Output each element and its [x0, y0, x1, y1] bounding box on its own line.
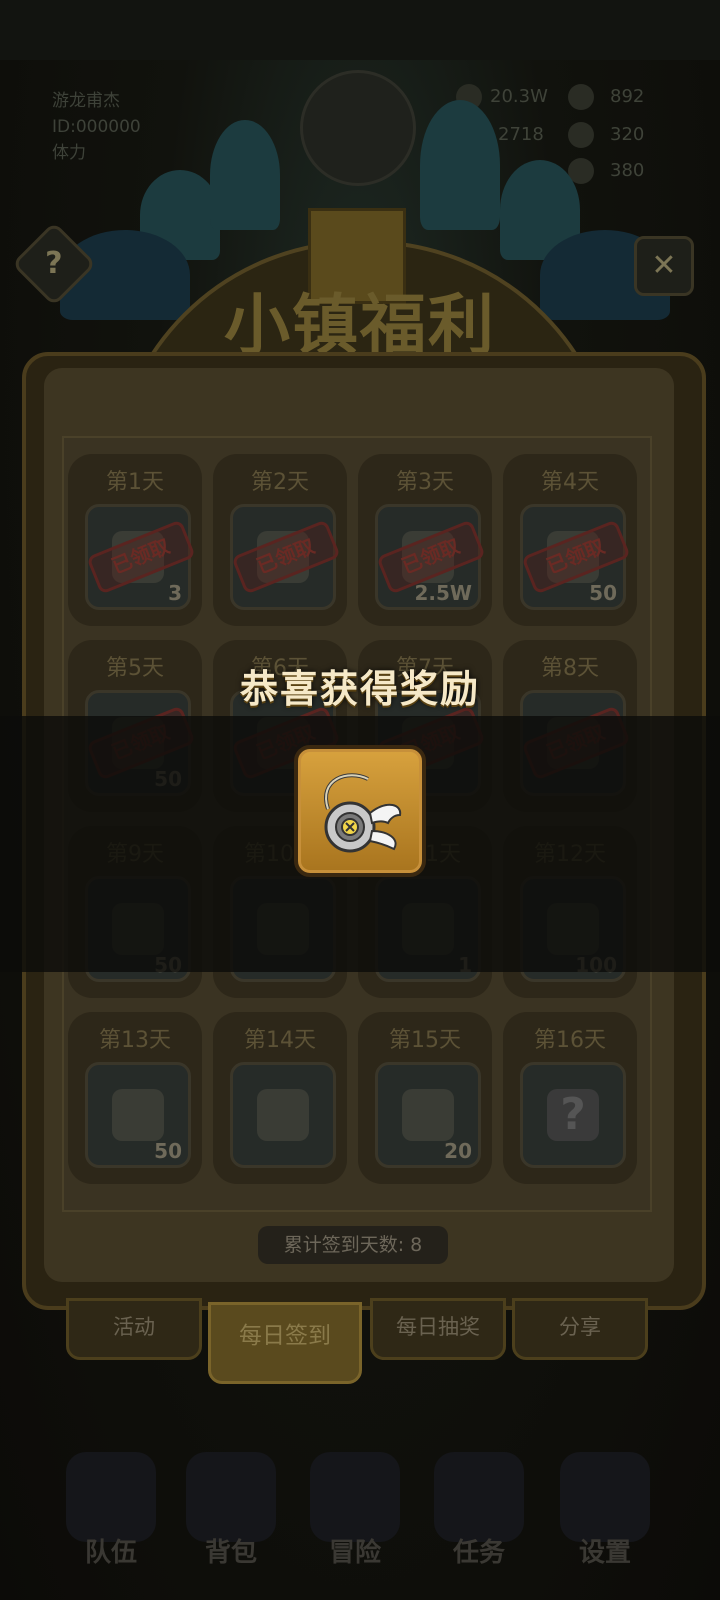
player-name: 游龙甫杰	[52, 91, 120, 111]
reward-quantity: 3	[168, 581, 182, 605]
day-cell[interactable]: 第2天已领取	[213, 454, 347, 626]
top-strip	[0, 0, 720, 60]
day-cell[interactable]: 第15天 20	[358, 1012, 492, 1184]
reward-slot: 已领取	[230, 504, 341, 610]
leaf-decoration	[210, 120, 280, 230]
gold-value: 20.3W	[490, 86, 548, 107]
signin-counter: 累计签到天数: 8	[258, 1226, 448, 1264]
close-button[interactable]: ✕	[634, 236, 694, 296]
resource-4-value: 320	[610, 124, 645, 145]
reward-slot: 50已领取	[520, 504, 631, 610]
resource-2-value: 892	[610, 86, 645, 107]
nav-backpack-label: 背包	[204, 1538, 257, 1568]
leaf-decoration	[420, 100, 500, 230]
day-label: 第3天	[396, 470, 454, 495]
reward-quantity: 20	[444, 1139, 472, 1163]
stamina-label: 体力	[52, 143, 86, 163]
day-cell[interactable]: 第4天 50 已领取	[503, 454, 637, 626]
tab-daily-signin[interactable]: 每日签到	[208, 1302, 362, 1384]
day-label: 第14天	[244, 1028, 316, 1053]
day-label: 第16天	[534, 1028, 606, 1053]
reward-quantity: 2.5W	[414, 581, 473, 605]
reward-quantity: 50	[589, 581, 617, 605]
reward-popup-title: 恭喜获得奖励	[239, 667, 480, 711]
resource-3-value: 2718	[498, 124, 544, 145]
gear-icon	[560, 1452, 650, 1542]
tab-share[interactable]: 分享	[512, 1298, 648, 1360]
day-cell[interactable]: 第3天 2.5W 已领取	[358, 454, 492, 626]
nav-tasks-label: 任务	[452, 1538, 505, 1568]
nav-team-label: 队伍	[84, 1538, 137, 1568]
day-label: 第13天	[99, 1028, 171, 1053]
day-cell[interactable]: 第14天	[213, 1012, 347, 1184]
tab-daily-lottery[interactable]: 每日抽奖	[370, 1298, 506, 1360]
backpack-icon	[186, 1452, 276, 1542]
winged-pendant-icon	[324, 773, 402, 853]
reward-slot: 20	[375, 1062, 481, 1168]
nav-settings[interactable]: 设置	[546, 1452, 664, 1592]
day-label: 第2天	[251, 470, 309, 495]
resource-5-value: 380	[610, 160, 645, 181]
day-cell[interactable]: 第13天 50	[68, 1012, 202, 1184]
nav-team[interactable]: 队伍	[52, 1452, 170, 1592]
reward-slot: 3 已领取	[85, 504, 196, 610]
emblem-stone-icon	[402, 1089, 454, 1141]
team-icon	[66, 1452, 156, 1542]
close-icon: ✕	[651, 248, 677, 283]
task-scroll-icon	[434, 1452, 524, 1542]
tab-activity[interactable]: 活动	[66, 1298, 202, 1360]
day-cell[interactable]: 第16天?	[503, 1012, 637, 1184]
day-label: 第4天	[541, 470, 599, 495]
reward-slot: 2.5W 已领取	[375, 504, 486, 610]
crossed-swords-icon	[310, 1452, 400, 1542]
mystery-question-icon: ?	[547, 1089, 599, 1141]
day-cell[interactable]: 第1天 3 已领取	[68, 454, 202, 626]
backpack-icon	[257, 1089, 309, 1141]
reward-item[interactable]	[294, 745, 426, 877]
nav-backpack[interactable]: 背包	[172, 1452, 290, 1592]
reward-quantity: 50	[154, 1139, 182, 1163]
avatar[interactable]	[300, 70, 416, 186]
nav-tasks[interactable]: 任务	[420, 1452, 538, 1592]
nav-adventure-label: 冒险	[328, 1538, 381, 1568]
reward-slot: ?	[520, 1062, 626, 1168]
day-label: 第1天	[106, 470, 164, 495]
day-label: 第15天	[389, 1028, 461, 1053]
hammer-icon	[568, 84, 594, 110]
crate-icon	[568, 122, 594, 148]
player-info: 游龙甫杰 ID:000000 体力	[52, 88, 141, 166]
wood-log-icon	[112, 1089, 164, 1141]
player-id: ID:000000	[52, 117, 141, 137]
reward-slot: 50	[85, 1062, 191, 1168]
nav-adventure[interactable]: 冒险	[296, 1452, 414, 1592]
reward-slot	[230, 1062, 336, 1168]
nav-settings-label: 设置	[578, 1538, 631, 1568]
question-icon: ?	[45, 246, 63, 281]
